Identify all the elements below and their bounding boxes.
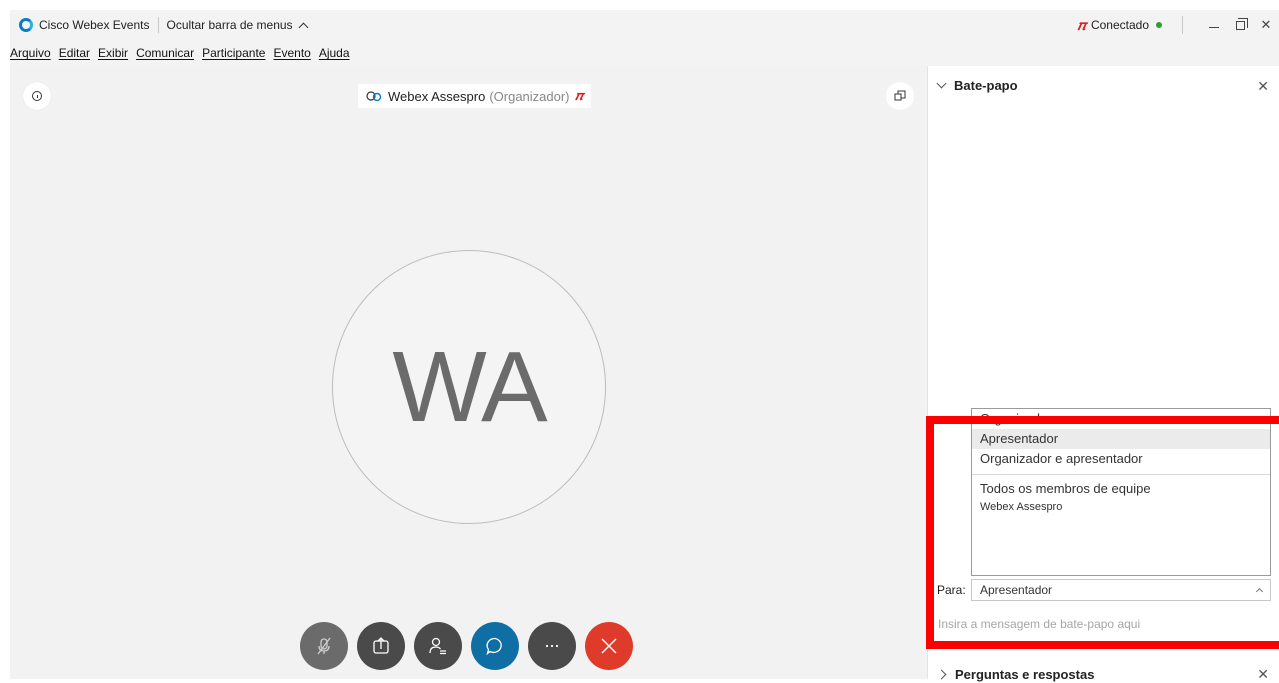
recipient-dropdown-list: Organizador Apresentador Organizador e a… [971,408,1271,576]
app-title: Cisco Webex Events [39,18,150,32]
video-stage: Webex Assespro (Organizador) 𝝅 WA [10,66,927,679]
more-options-button[interactable] [528,622,576,670]
menu-exibir[interactable]: Exibir [98,46,128,60]
popout-icon [894,90,906,101]
mute-button[interactable] [300,622,348,670]
mic-muted-icon [317,637,331,655]
menu-editar[interactable]: Editar [59,46,90,60]
connection-status[interactable]: Conectado [1091,18,1149,32]
hide-menu-label: Ocultar barra de menus [166,18,293,32]
leave-meeting-button[interactable] [585,622,633,670]
menu-evento[interactable]: Evento [273,46,310,60]
active-speaker-tag: Webex Assespro (Organizador) 𝝅 [358,84,592,108]
menu-bar: Arquivo Editar Exibir Comunicar Particip… [10,42,358,64]
menu-comunicar[interactable]: Comunicar [136,46,194,60]
chat-icon [486,637,502,656]
chat-panel-header[interactable]: Bate-papo [936,78,1018,93]
share-button[interactable] [357,622,405,670]
meeting-info-button[interactable] [23,82,51,110]
leave-icon [601,638,617,654]
share-icon [373,637,389,654]
speaker-muted-icon: 𝝅 [574,88,584,103]
dropdown-option-organizador[interactable]: Organizador [972,409,1270,429]
close-qa-panel-button[interactable]: ✕ [1257,666,1269,683]
popout-button[interactable] [886,82,914,110]
recipient-select-value: Apresentador [980,583,1053,597]
more-icon [545,644,559,648]
title-bar: Cisco Webex Events Ocultar barra de menu… [10,10,1279,40]
qa-panel-header[interactable]: Perguntas e respostas [936,667,1095,682]
chat-button[interactable] [471,622,519,670]
dropdown-divider [972,474,1270,475]
close-window-button[interactable]: ✕ [1253,10,1279,40]
minimize-icon [1209,26,1219,28]
chevron-up-icon [298,22,309,32]
dropdown-option-member[interactable]: Webex Assespro [972,499,1270,515]
side-panel: Bate-papo ✕ Organizador Apresentador Org… [927,66,1279,682]
participants-icon [429,637,446,655]
speaker-role: (Organizador) [489,88,570,104]
chevron-right-icon [936,669,947,680]
chat-panel-title: Bate-papo [954,78,1018,93]
webex-logo-icon [19,18,33,32]
connection-status-dot [1156,22,1162,28]
chat-message-input[interactable] [938,614,1268,634]
title-divider [157,17,159,33]
participant-avatar: WA [332,250,606,524]
minimize-button[interactable] [1201,10,1227,40]
qa-panel-title: Perguntas e respostas [955,667,1095,682]
dropdown-option-organizador-apresentador[interactable]: Organizador e apresentador [972,449,1270,469]
chevron-down-icon [936,78,947,89]
recipient-select[interactable]: Apresentador [971,579,1271,601]
menu-participante[interactable]: Participante [202,46,265,60]
speaker-name: Webex Assespro [388,88,486,104]
restore-icon [1235,17,1248,30]
chevron-up-icon [1255,587,1264,596]
info-icon [32,91,42,101]
menu-arquivo[interactable]: Arquivo [10,46,51,60]
to-label: Para: [937,583,966,597]
participants-button[interactable] [414,622,462,670]
restore-button[interactable] [1227,10,1253,40]
hide-menu-bar-button[interactable]: Ocultar barra de menus [166,18,309,32]
dropdown-option-apresentador[interactable]: Apresentador [972,429,1270,449]
dropdown-option-todos-membros[interactable]: Todos os membros de equipe [972,479,1270,499]
mic-muted-icon[interactable]: 𝝅 [1077,17,1086,34]
recipient-row: Para: Apresentador [937,579,1271,601]
close-icon: ✕ [1260,17,1272,32]
menu-ajuda[interactable]: Ajuda [319,46,350,60]
close-chat-panel-button[interactable]: ✕ [1257,78,1269,95]
webex-window: Cisco Webex Events Ocultar barra de menu… [10,10,1279,682]
window-controls-divider [1182,16,1183,34]
meeting-controls [300,622,633,670]
headset-icon [366,90,382,102]
